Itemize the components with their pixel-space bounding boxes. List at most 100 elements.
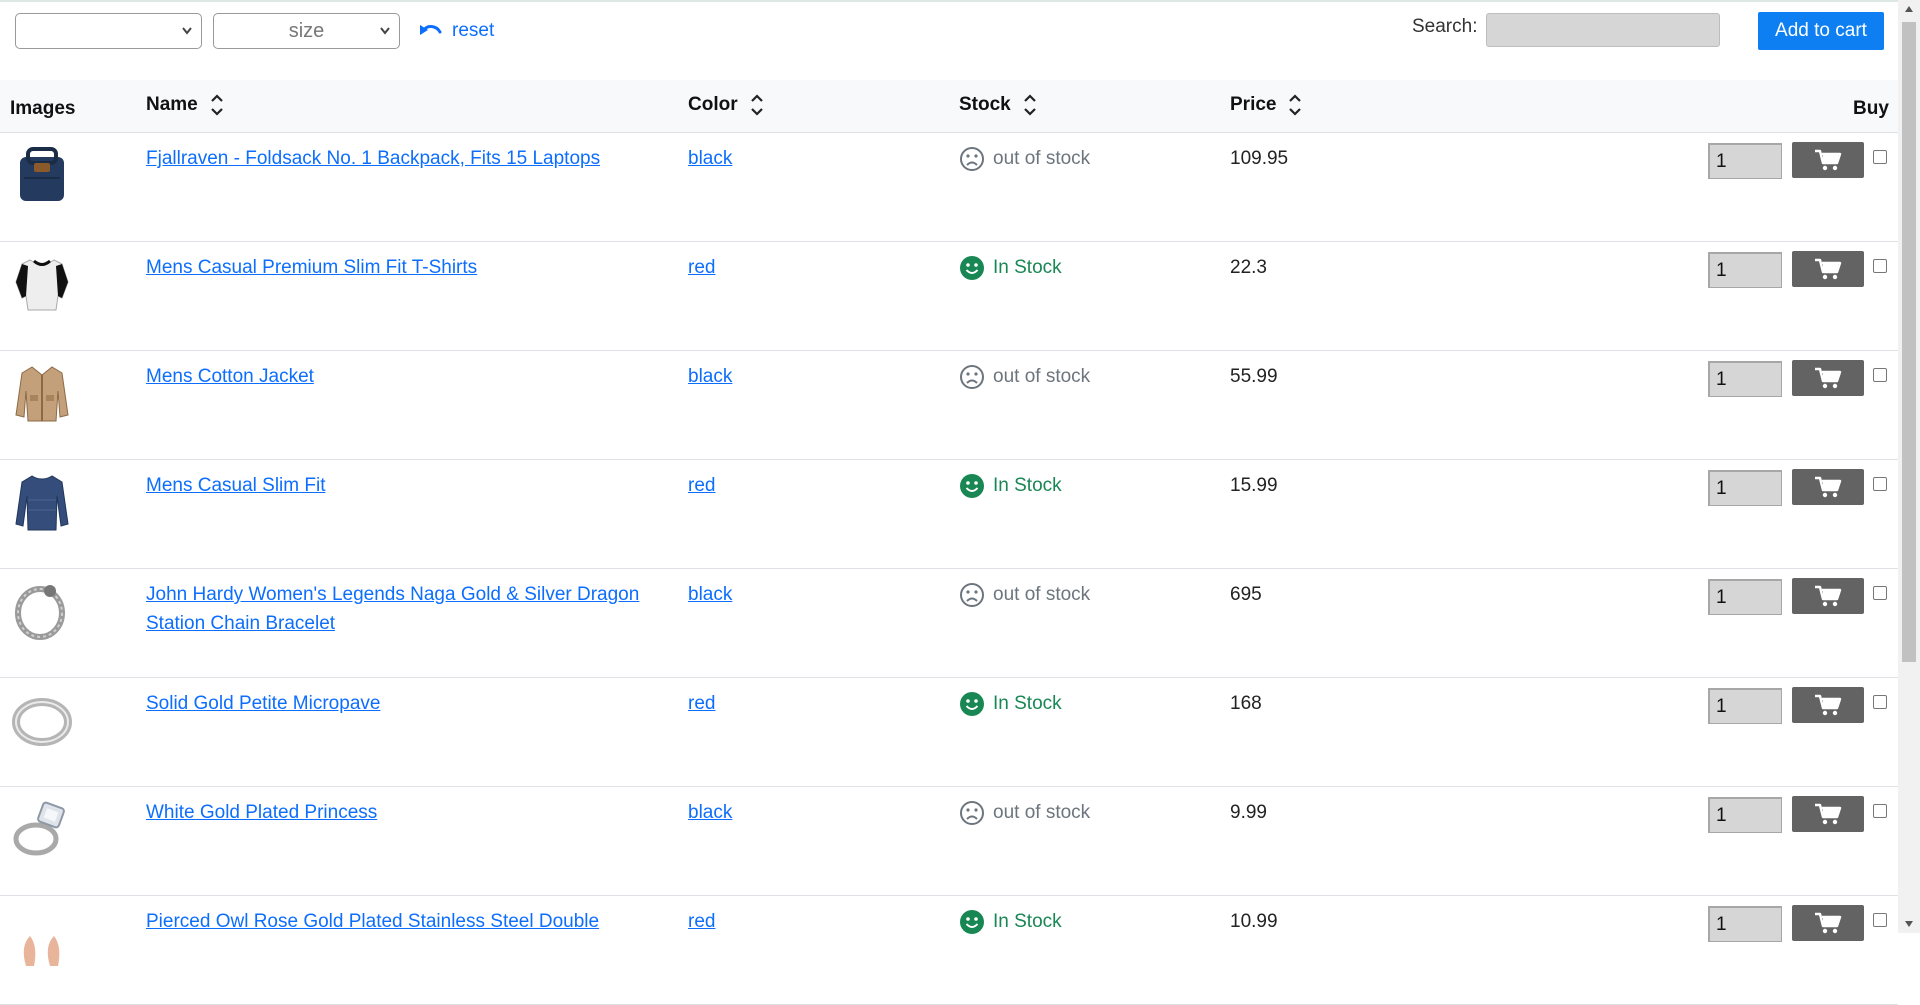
smile-icon [960,255,984,280]
stock-status: In Stock [959,907,1062,936]
stock-label: In Stock [993,256,1062,278]
quantity-input[interactable] [1708,906,1782,942]
search-input[interactable] [1486,13,1720,47]
product-price: 168 [1230,693,1262,714]
scrollbar-thumb[interactable] [1902,22,1916,662]
stock-label: In Stock [993,474,1062,496]
stock-label: In Stock [993,910,1062,932]
product-price: 22.3 [1230,257,1267,278]
product-name-link[interactable]: Mens Casual Premium Slim Fit T-Shirts [146,253,676,282]
buy-checkbox[interactable] [1873,913,1887,927]
scroll-up-arrow[interactable] [1898,0,1920,18]
vertical-scrollbar[interactable] [1898,0,1920,933]
cart-button[interactable] [1792,142,1864,178]
quantity-input[interactable] [1708,252,1782,288]
sort-icon [210,93,223,116]
product-price: 15.99 [1230,475,1278,496]
cart-button[interactable] [1792,360,1864,396]
product-name-link[interactable]: Mens Casual Slim Fit [146,471,676,500]
product-color-link[interactable]: black [688,798,732,827]
cart-button[interactable] [1792,469,1864,505]
frown-icon [960,146,984,171]
cart-icon [1815,585,1842,607]
smile-icon [960,691,984,716]
product-color-link[interactable]: black [688,362,732,391]
reset-label: reset [452,20,495,41]
buy-checkbox[interactable] [1873,259,1887,273]
header-color-label: Color [688,93,738,115]
cart-icon [1815,803,1842,825]
cart-icon [1815,912,1842,934]
add-to-cart-button[interactable]: Add to cart [1758,12,1884,50]
product-color-link[interactable]: black [688,580,732,609]
bracelet-image [15,585,65,640]
header-name-label: Name [146,93,198,115]
sort-icon [750,93,763,116]
header-stock[interactable]: Stock [959,78,1037,131]
header-buy-label: Buy [1853,97,1889,119]
smile-icon [960,909,984,934]
undo-icon [420,25,442,35]
earrings-image [23,936,60,966]
cart-button[interactable] [1792,578,1864,614]
product-price: 9.99 [1230,802,1267,823]
quantity-input[interactable] [1708,797,1782,833]
buy-checkbox[interactable] [1873,150,1887,164]
header-color[interactable]: Color [688,78,764,131]
product-color-link[interactable]: red [688,907,715,936]
triangle-down-icon [1905,921,1913,927]
search-label: Search: [1412,16,1478,37]
cart-button[interactable] [1792,687,1864,723]
backpack-image [20,147,64,201]
header-images-label: Images [10,97,76,119]
quantity-input[interactable] [1708,470,1782,506]
buy-checkbox[interactable] [1873,586,1887,600]
size-select-value: size [288,19,325,42]
product-price: 109.95 [1230,148,1289,169]
stock-status: In Stock [959,253,1062,282]
product-name-link[interactable]: Pierced Owl Rose Gold Plated Stainless S… [146,907,676,936]
quantity-input[interactable] [1708,361,1782,397]
quantity-input[interactable] [1708,143,1782,179]
product-price: 10.99 [1230,911,1278,932]
product-name-link[interactable]: Solid Gold Petite Micropave [146,689,676,718]
header-buy: Buy [1853,82,1889,135]
product-color-link[interactable]: red [688,471,715,500]
product-name-link[interactable]: White Gold Plated Princess [146,798,676,827]
product-color-link[interactable]: red [688,689,715,718]
table-row: Pierced Owl Rose Gold Plated Stainless S… [0,896,1898,1005]
quantity-input[interactable] [1708,688,1782,724]
reset-link[interactable]: reset [418,16,494,46]
cart-button[interactable] [1792,796,1864,832]
quantity-input[interactable] [1708,579,1782,615]
table-row: John Hardy Women's Legends Naga Gold & S… [0,569,1898,678]
color-select[interactable] [15,13,202,49]
stock-label: out of stock [993,147,1091,169]
toolbar: size reset Search: Add to cart [0,0,1898,80]
stock-label: In Stock [993,692,1062,714]
tshirt-image [15,259,69,311]
scroll-down-arrow[interactable] [1898,915,1920,933]
ring-image [12,698,72,746]
longsleeve-image [15,475,69,531]
cart-icon [1815,476,1842,498]
cart-icon [1815,258,1842,280]
cart-icon [1815,694,1842,716]
stock-status: In Stock [959,689,1062,718]
buy-checkbox[interactable] [1873,368,1887,382]
product-name-link[interactable]: Fjallraven - Foldsack No. 1 Backpack, Fi… [146,144,676,173]
cart-button[interactable] [1792,251,1864,287]
buy-checkbox[interactable] [1873,695,1887,709]
header-price[interactable]: Price [1230,78,1302,131]
product-color-link[interactable]: red [688,253,715,282]
buy-checkbox[interactable] [1873,477,1887,491]
product-name-link[interactable]: Mens Cotton Jacket [146,362,676,391]
buy-checkbox[interactable] [1873,804,1887,818]
stock-status: out of stock [959,798,1090,827]
product-name-link[interactable]: John Hardy Women's Legends Naga Gold & S… [146,580,676,638]
stock-label: out of stock [993,801,1091,823]
product-color-link[interactable]: black [688,144,732,173]
cart-button[interactable] [1792,905,1864,941]
header-name[interactable]: Name [146,78,224,131]
size-select[interactable]: size [213,13,400,49]
